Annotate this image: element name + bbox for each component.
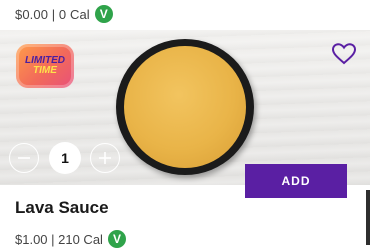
scroll-edge — [366, 190, 370, 245]
price-calories-text: $0.00 | 0 Cal — [15, 6, 90, 22]
item-image[interactable]: LIMITED TIME 1 — [0, 30, 370, 185]
limited-time-badge: LIMITED TIME — [16, 44, 74, 88]
item-name: Lava Sauce — [15, 198, 109, 217]
price-calories-text: $1.00 | 210 Cal — [15, 231, 103, 247]
previous-item-price-calories: $0.00 | 0 Cal V — [15, 3, 113, 25]
plus-icon — [99, 152, 111, 164]
add-to-order-button[interactable]: ADD — [245, 164, 347, 198]
decrease-quantity-button[interactable] — [9, 143, 39, 173]
item-price-calories: $1.00 | 210 Cal V — [15, 230, 126, 248]
heart-icon[interactable] — [331, 43, 357, 65]
increase-quantity-button[interactable] — [90, 143, 120, 173]
vegetarian-badge-icon: V — [107, 230, 126, 248]
vegetarian-badge-icon: V — [94, 5, 113, 23]
limited-time-line2: TIME — [33, 65, 57, 76]
minus-icon — [18, 157, 30, 159]
quantity-value: 1 — [49, 142, 81, 174]
sauce-fill — [124, 46, 246, 168]
